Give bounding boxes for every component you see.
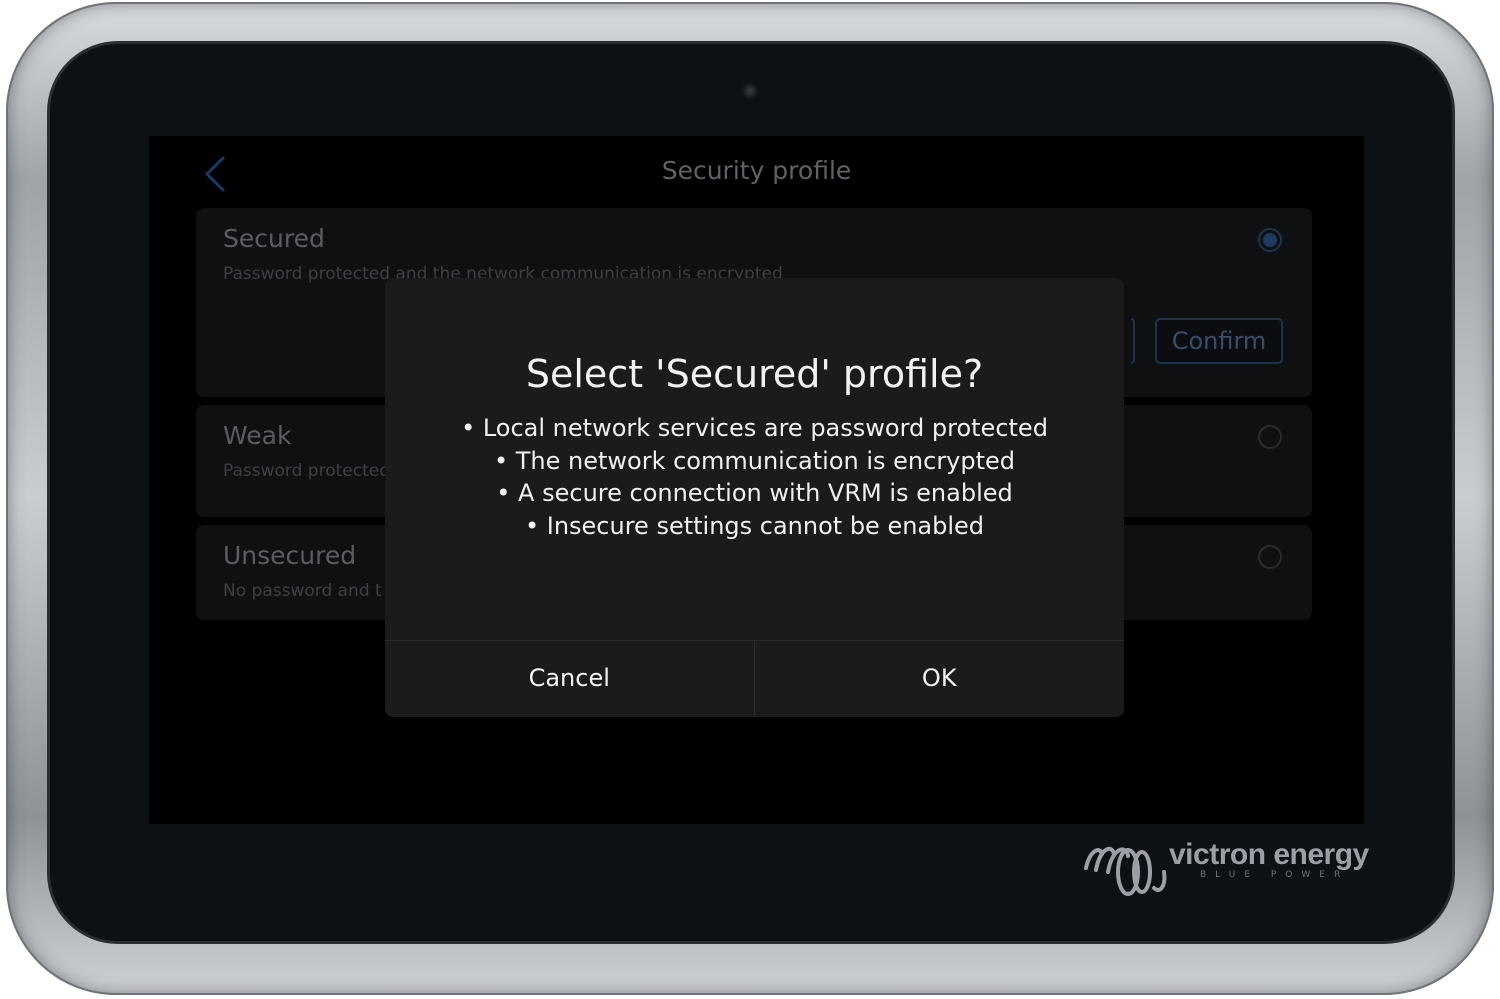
secondary-button[interactable] bbox=[1131, 318, 1135, 364]
header: Security profile bbox=[149, 136, 1364, 206]
confirm-button[interactable]: Confirm bbox=[1155, 318, 1283, 364]
profile-title: Unsecured bbox=[223, 541, 357, 570]
radio-button-selected[interactable] bbox=[1258, 228, 1282, 252]
page-title: Security profile bbox=[661, 156, 852, 185]
dialog-line: • Insecure settings cannot be enabled bbox=[524, 511, 985, 540]
brand-tagline: BLUE POWER bbox=[1200, 870, 1350, 880]
radio-button[interactable] bbox=[1258, 545, 1282, 569]
dialog-line: • Local network services are password pr… bbox=[461, 414, 1048, 442]
dialog-footer: Cancel OK bbox=[385, 640, 1124, 717]
brand-name: victron energy bbox=[1169, 838, 1369, 871]
profile-subtitle: Password protected bbox=[223, 461, 391, 481]
dialog-body: • Local network services are password pr… bbox=[385, 412, 1124, 542]
profile-title: Weak bbox=[223, 421, 292, 450]
dialog-title: Select 'Secured' profile? bbox=[525, 352, 984, 396]
cancel-button[interactable]: Cancel bbox=[385, 641, 755, 717]
ok-button[interactable]: OK bbox=[755, 641, 1125, 717]
dialog-line: • A secure connection with VRM is enable… bbox=[496, 479, 1013, 507]
dialog-line: • The network communication is encrypted bbox=[493, 446, 1016, 475]
camera-icon bbox=[741, 82, 759, 100]
radio-button[interactable] bbox=[1258, 425, 1282, 449]
confirm-dialog: Select 'Secured' profile? • Local networ… bbox=[385, 278, 1124, 717]
profile-subtitle: No password and t bbox=[223, 581, 382, 601]
screen: Security profile Secured Password protec… bbox=[149, 136, 1364, 824]
profile-title: Secured bbox=[223, 224, 325, 253]
